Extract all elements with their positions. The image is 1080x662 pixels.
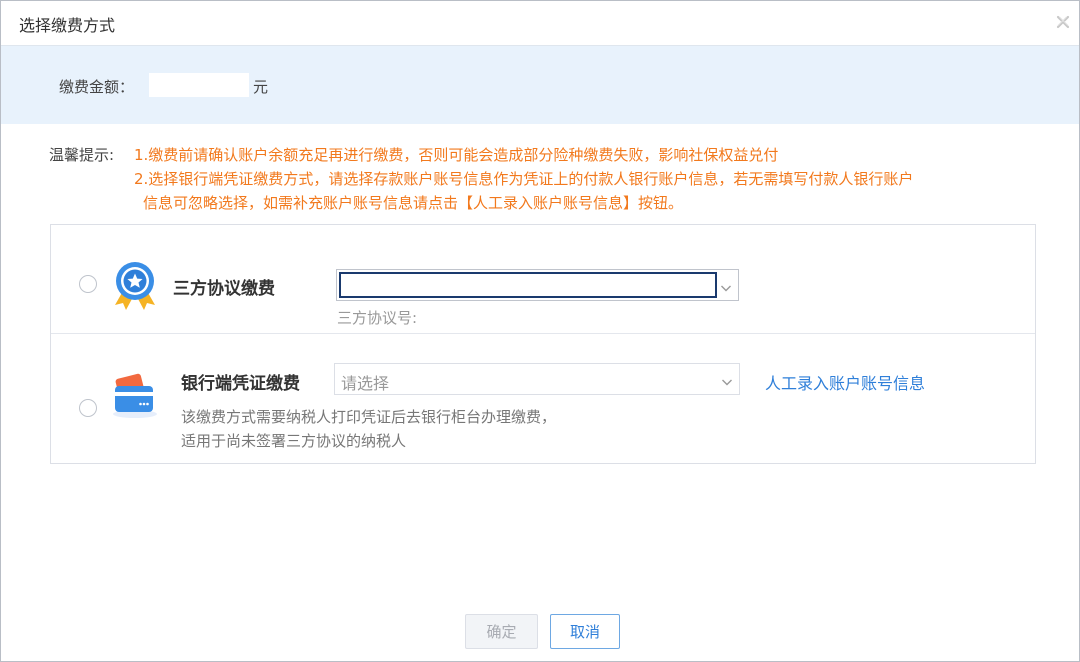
- manual-entry-link[interactable]: 人工录入账户账号信息: [765, 370, 925, 394]
- tripartite-protocol-select[interactable]: [336, 269, 739, 301]
- option-title-tripartite: 三方协议缴费: [173, 279, 275, 299]
- amount-unit: 元: [253, 78, 269, 96]
- bank-voucher-description-1: 该缴费方式需要纳税人打印凭证后去银行柜台办理缴费，: [181, 408, 557, 426]
- tip-line-3: 信息可忽略选择，如需补充账户账号信息请点击【人工录入账户账号信息】按钮。: [143, 194, 684, 212]
- dialog-title: 选择缴费方式: [19, 16, 116, 35]
- tip-label: 温馨提示:: [49, 146, 115, 164]
- select-placeholder: 请选择: [341, 374, 390, 393]
- amount-label: 缴费金额：: [59, 78, 135, 96]
- payment-method-dialog: 选择缴费方式 缴费金额： 元 温馨提示: 1.缴费前请确认账户余额充足再进行缴费…: [0, 0, 1080, 662]
- tip-line-2: 2.选择银行端凭证缴费方式，请选择存款账户账号信息作为凭证上的付款人银行账户信息…: [134, 170, 914, 188]
- cancel-button[interactable]: 取消: [550, 614, 620, 649]
- amount-value: [149, 73, 249, 97]
- option-row-tripartite: 三方协议缴费 三方协议号:: [51, 225, 1035, 334]
- radio-bank-voucher[interactable]: [79, 399, 97, 417]
- bank-account-select[interactable]: 请选择: [334, 363, 740, 395]
- radio-tripartite[interactable]: [79, 275, 97, 293]
- confirm-button[interactable]: 确定: [465, 614, 538, 649]
- tip-line-1: 1.缴费前请确认账户余额充足再进行缴费，否则可能会造成部分险种缴费失败，影响社保…: [134, 146, 779, 164]
- select-focus-ring: [339, 272, 717, 298]
- chevron-down-icon: [720, 279, 732, 292]
- close-icon[interactable]: [1055, 14, 1071, 30]
- amount-bar: 缴费金额： 元: [1, 45, 1079, 124]
- option-title-bank-voucher: 银行端凭证缴费: [181, 374, 300, 394]
- dialog-titlebar: 选择缴费方式: [1, 1, 1079, 45]
- bank-voucher-description-2: 适用于尚未签署三方协议的纳税人: [181, 432, 407, 450]
- chevron-down-icon: [721, 373, 733, 386]
- medal-star-icon: [111, 259, 159, 311]
- option-row-bank-voucher: 银行端凭证缴费 请选择 人工录入账户账号信息 该缴费方式需要纳税人打印凭证后去银…: [51, 334, 1035, 463]
- payment-options: 三方协议缴费 三方协议号: 银行端凭证缴费 请选择 人工录入账户账号信息 该缴费…: [50, 224, 1036, 464]
- protocol-number-hint: 三方协议号:: [337, 309, 418, 327]
- bank-card-icon: [109, 372, 159, 420]
